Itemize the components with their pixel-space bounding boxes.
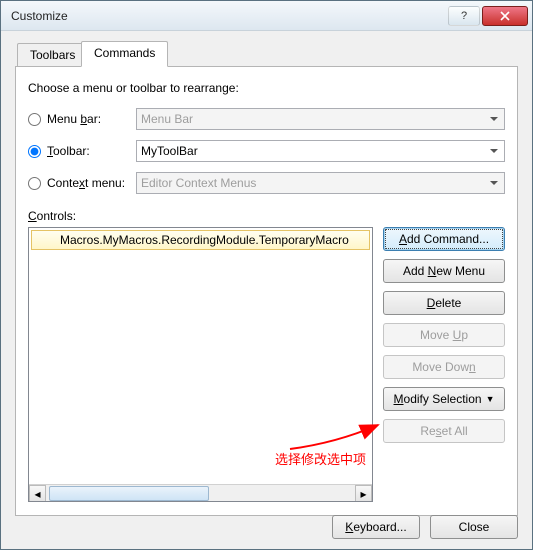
combo-toolbar[interactable]: MyToolBar <box>136 140 505 162</box>
titlebar: Customize ? <box>1 1 532 31</box>
controls-list[interactable]: Macros.MyMacros.RecordingModule.Temporar… <box>28 227 373 502</box>
close-button[interactable]: Close <box>430 515 518 539</box>
scroll-right-button[interactable]: ▸ <box>355 485 372 502</box>
tabstrip: Toolbars Commands <box>15 41 518 67</box>
tab-commands[interactable]: Commands <box>81 41 168 67</box>
tab-toolbars[interactable]: Toolbars <box>17 43 88 67</box>
add-command-button[interactable]: Add Command... <box>383 227 505 251</box>
chevron-down-icon: ▼ <box>486 394 495 404</box>
help-button[interactable]: ? <box>448 6 480 26</box>
chevron-down-icon <box>486 143 502 159</box>
move-down-button[interactable]: Move Down <box>383 355 505 379</box>
window-title: Customize <box>11 9 446 23</box>
combo-context-menu[interactable]: Editor Context Menus <box>136 172 505 194</box>
radio-menu-bar[interactable] <box>28 113 41 126</box>
close-window-button[interactable] <box>482 6 528 26</box>
controls-label: Controls: <box>28 209 505 223</box>
prompt-text: Choose a menu or toolbar to rearrange: <box>28 81 505 95</box>
radio-context-menu[interactable] <box>28 177 41 190</box>
list-item[interactable]: Macros.MyMacros.RecordingModule.Temporar… <box>31 230 370 250</box>
reset-all-button[interactable]: Reset All <box>383 419 505 443</box>
radio-menu-bar-label: Menu bar: <box>47 112 101 126</box>
chevron-down-icon <box>486 111 502 127</box>
radio-context-menu-label: Context menu: <box>47 176 125 190</box>
keyboard-button[interactable]: Keyboard... <box>332 515 420 539</box>
modify-selection-button[interactable]: Modify Selection ▼ <box>383 387 505 411</box>
scroll-thumb[interactable] <box>49 486 209 501</box>
tabpage-commands: Choose a menu or toolbar to rearrange: M… <box>15 66 518 516</box>
radio-toolbar[interactable] <box>28 145 41 158</box>
chevron-down-icon <box>486 175 502 191</box>
horizontal-scrollbar[interactable]: ◂ ▸ <box>29 484 372 501</box>
move-up-button[interactable]: Move Up <box>383 323 505 347</box>
radio-toolbar-label: Toolbar: <box>47 144 90 158</box>
button-column: Add Command... Add New Menu Delete Move … <box>383 227 505 502</box>
dialog-footer: Keyboard... Close <box>332 515 518 539</box>
add-new-menu-button[interactable]: Add New Menu <box>383 259 505 283</box>
customize-dialog: Customize ? Toolbars Commands Choose a m… <box>0 0 533 550</box>
dialog-content: Toolbars Commands Choose a menu or toolb… <box>1 31 532 521</box>
combo-menu-bar[interactable]: Menu Bar <box>136 108 505 130</box>
scroll-left-button[interactable]: ◂ <box>29 485 46 502</box>
delete-button[interactable]: Delete <box>383 291 505 315</box>
